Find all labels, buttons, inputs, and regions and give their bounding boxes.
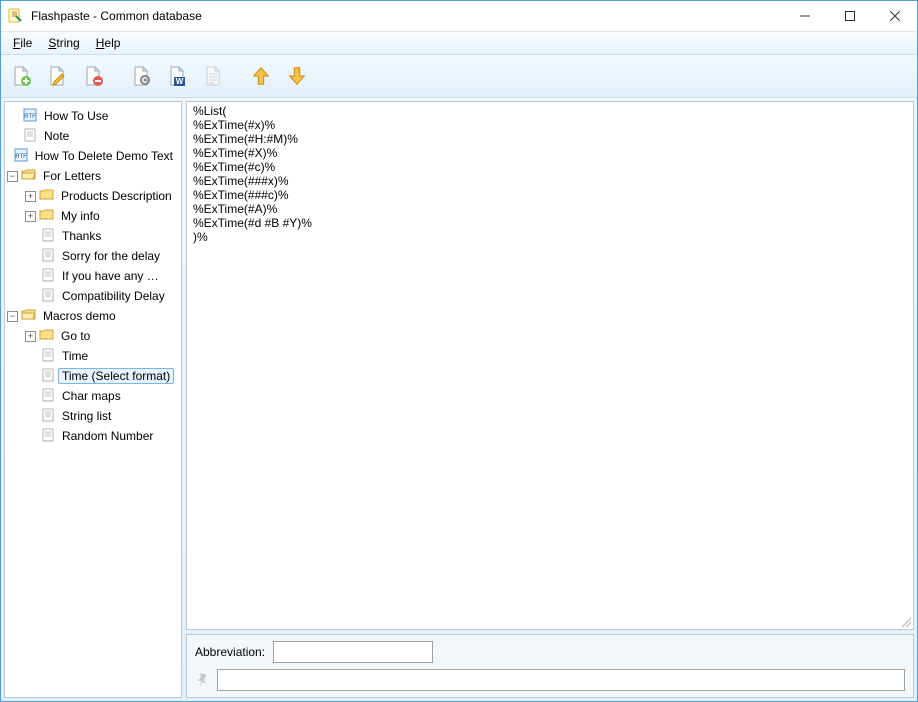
collapse-toggle[interactable]: − (7, 171, 18, 182)
folder-open-icon (21, 308, 36, 324)
tree-item-time[interactable]: Time (25, 346, 181, 366)
abbreviation-input[interactable] (273, 641, 433, 663)
app-window: Flashpaste - Common database File String… (0, 0, 918, 702)
rtf-icon: RTF (14, 148, 28, 165)
new-note-button[interactable] (5, 60, 37, 92)
close-button[interactable] (872, 2, 917, 31)
tree-item-time-select[interactable]: Time (Select format) (25, 366, 181, 386)
svg-text:RTF: RTF (15, 154, 27, 160)
svg-text:W: W (176, 77, 184, 86)
tree-item-if-you[interactable]: If you have any … (25, 266, 181, 286)
tree-item-random-number[interactable]: Random Number (25, 426, 181, 446)
menubar: File String Help (1, 32, 917, 55)
file-minus-icon (81, 64, 105, 88)
minimize-button[interactable] (782, 2, 827, 31)
move-up-button[interactable] (245, 60, 277, 92)
tree-item-how-to-use[interactable]: RTF How To Use (7, 106, 181, 126)
app-icon (7, 8, 23, 24)
maximize-button[interactable] (827, 2, 872, 31)
move-down-button[interactable] (281, 60, 313, 92)
file-pencil-icon (45, 64, 69, 88)
arrow-up-icon (250, 65, 272, 87)
file-plus-icon (9, 64, 33, 88)
tree-root: RTF How To Use Note RTF How To De (7, 106, 181, 446)
menu-help[interactable]: Help (88, 34, 129, 52)
note-icon (41, 348, 55, 365)
note-icon (41, 268, 55, 285)
tree-item-char-maps[interactable]: Char maps (25, 386, 181, 406)
collapse-toggle[interactable]: − (7, 311, 18, 322)
pin-icon[interactable] (195, 672, 209, 689)
note-icon (41, 388, 55, 405)
note-icon (23, 128, 37, 145)
file-text-icon (201, 64, 225, 88)
note-icon (41, 428, 55, 445)
bottom-panel: Abbreviation: (186, 634, 914, 698)
delete-note-button[interactable] (77, 60, 109, 92)
folder-icon (39, 208, 54, 224)
body-area: RTF How To Use Note RTF How To De (1, 98, 917, 701)
minimize-icon (800, 11, 810, 21)
tree-item-thanks[interactable]: Thanks (25, 226, 181, 246)
note-icon (41, 408, 55, 425)
tree-item-my-info[interactable]: + My info (25, 206, 181, 226)
file-gear-icon (129, 64, 153, 88)
menu-string[interactable]: String (40, 34, 87, 52)
expand-toggle[interactable]: + (25, 211, 36, 222)
note-icon (41, 288, 55, 305)
tree-item-note[interactable]: Note (7, 126, 181, 146)
expand-toggle[interactable]: + (25, 191, 36, 202)
menu-file[interactable]: File (5, 34, 40, 52)
settings-button[interactable] (125, 60, 157, 92)
arrow-down-icon (286, 65, 308, 87)
tree-item-products-desc[interactable]: + Products Description (25, 186, 181, 206)
folder-icon (39, 188, 54, 204)
tree-item-macros-demo[interactable]: − Macros demo (7, 306, 181, 326)
titlebar: Flashpaste - Common database (1, 1, 917, 32)
content-editor[interactable]: %List( %ExTime(#x)% %ExTime(#H:#M)% %ExT… (186, 101, 914, 630)
expand-toggle[interactable]: + (25, 331, 36, 342)
tree-item-go-to[interactable]: + Go to (25, 326, 181, 346)
file-word-icon: W (165, 64, 189, 88)
svg-text:RTF: RTF (24, 114, 36, 120)
folder-icon (39, 328, 54, 344)
tree-panel[interactable]: RTF How To Use Note RTF How To De (4, 101, 182, 698)
folder-open-icon (21, 168, 36, 184)
tree-item-how-to-delete[interactable]: RTF How To Delete Demo Text (7, 146, 181, 166)
tree-item-compat[interactable]: Compatibility Delay (25, 286, 181, 306)
edit-note-button[interactable] (41, 60, 73, 92)
tree-item-string-list[interactable]: String list (25, 406, 181, 426)
pin-input[interactable] (217, 669, 905, 691)
window-title: Flashpaste - Common database (29, 9, 782, 23)
text-button[interactable] (197, 60, 229, 92)
note-icon (41, 368, 55, 385)
note-icon (41, 248, 55, 265)
right-side: %List( %ExTime(#x)% %ExTime(#H:#M)% %ExT… (186, 101, 914, 698)
tree-item-for-letters[interactable]: − For Letters (7, 166, 181, 186)
toolbar: W (1, 55, 917, 98)
abbreviation-label: Abbreviation: (195, 645, 265, 659)
maximize-icon (845, 11, 855, 21)
note-icon (41, 228, 55, 245)
close-icon (890, 11, 900, 21)
word-export-button[interactable]: W (161, 60, 193, 92)
rtf-icon: RTF (23, 108, 37, 125)
tree-item-sorry[interactable]: Sorry for the delay (25, 246, 181, 266)
